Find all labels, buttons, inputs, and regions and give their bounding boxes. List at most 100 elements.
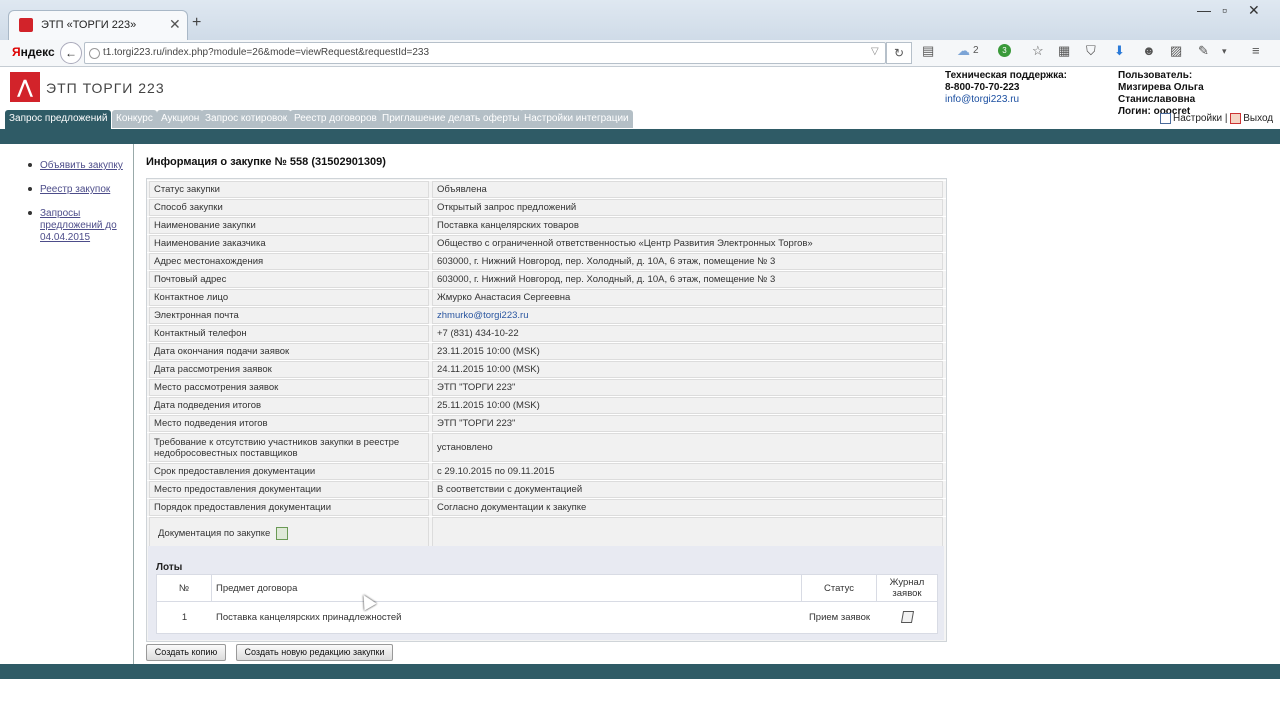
user-block: Пользователь: Мизгирева Ольга Станиславо… — [1118, 70, 1280, 118]
info-value-text: Общество с ограниченной ответственностью… — [437, 238, 813, 249]
info-value: +7 (831) 434-10-22 — [432, 325, 943, 342]
edit-journal-icon[interactable] — [900, 611, 914, 623]
info-label-text: Дата окончания подачи заявок — [154, 346, 290, 357]
back-button[interactable]: ← — [60, 42, 82, 64]
reload-button[interactable]: ↻ — [886, 42, 912, 64]
header-links: Настройки | Выход — [1160, 113, 1273, 124]
extension-badge[interactable]: 3 — [998, 44, 1011, 57]
info-value: zhmurko@torgi223.ru — [432, 307, 943, 324]
site-logo-icon[interactable]: ⋀ — [10, 72, 40, 102]
info-label-text: Почтовый адрес — [154, 274, 227, 285]
info-value: Поставка канцелярских товаров — [432, 217, 943, 234]
info-value: 23.11.2015 10:00 (MSK) — [432, 343, 943, 360]
tab-reestr-dogovorov[interactable]: Реестр договоров — [290, 110, 381, 128]
lots-header-journal: Журнал заявок — [877, 575, 937, 602]
info-row: Дата окончания подачи заявок 23.11.2015 1… — [147, 342, 946, 360]
info-row: Почтовый адрес 603000, г. Нижний Новгород… — [147, 270, 946, 288]
info-value-text: +7 (831) 434-10-22 — [437, 328, 519, 339]
settings-icon[interactable] — [1160, 113, 1171, 124]
site-logo-text[interactable]: ЭТП ТОРГИ 223 — [46, 80, 165, 96]
create-new-edition-button[interactable]: Создать новую редакцию закупки — [236, 644, 393, 661]
info-value: Общество с ограниченной ответственностью… — [432, 235, 943, 252]
tab-konkurs[interactable]: Конкурс — [112, 110, 157, 128]
tab-zapros-kotirovok[interactable]: Запрос котировок — [201, 110, 292, 128]
document-file-icon[interactable] — [276, 527, 289, 540]
info-label-text: Контактный телефон — [154, 328, 247, 339]
logout-icon[interactable] — [1230, 113, 1242, 124]
browser-tab[interactable]: ЭТП «ТОРГИ 223» ✕ — [8, 10, 188, 41]
dropdown-icon[interactable]: ▽ — [871, 46, 879, 57]
info-value: 603000, г. Нижний Новгород, пер. Холодны… — [432, 271, 943, 288]
info-value: 25.11.2015 10:00 (MSK) — [432, 397, 943, 414]
url-text: t1.torgi223.ru/index.php?module=26&mode=… — [103, 47, 430, 58]
info-row: Дата подведения итогов 25.11.2015 10:00 (… — [147, 396, 946, 414]
info-value: Жмурко Анастасия Сергеевна — [432, 289, 943, 306]
sidebar-link-requests[interactable]: Запросы предложений до 04.04.2015 — [40, 208, 130, 244]
logout-link[interactable]: Выход — [1243, 113, 1273, 124]
info-value: ЭТП "ТОРГИ 223" — [432, 379, 943, 396]
info-label-text: Наименование закупки — [154, 220, 256, 231]
chat-icon[interactable]: ☻ — [1142, 43, 1156, 58]
star-icon[interactable]: ☆ — [1032, 43, 1044, 59]
minimize-icon[interactable]: — — [1197, 2, 1211, 18]
info-row: Контактное лицо Жмурко Анастасия Сергеевн… — [147, 288, 946, 306]
info-label-text: Статус закупки — [154, 184, 220, 195]
email-link[interactable]: zhmurko@torgi223.ru — [437, 310, 529, 321]
info-label: Наименование закупки — [149, 217, 429, 234]
info-value-text: 603000, г. Нижний Новгород, пер. Холодны… — [437, 256, 776, 267]
footer-band — [0, 664, 1280, 679]
sidebar-divider — [133, 144, 134, 664]
info-label: Дата рассмотрения заявок — [149, 361, 429, 378]
address-bar[interactable]: t1.torgi223.ru/index.php?module=26&mode=… — [84, 42, 886, 64]
page-title: Информация о закупке № 558 (31502901309) — [146, 156, 386, 168]
cloud-count: 2 — [973, 45, 979, 56]
user-label: Пользователь: — [1118, 70, 1193, 81]
info-value-text: Открытый запрос предложений — [437, 202, 577, 213]
pocket-icon[interactable]: ⛉ — [1086, 43, 1096, 59]
info-row: Электронная почта zhmurko@torgi223.ru — [147, 306, 946, 324]
sidebar-link-registry[interactable]: Реестр закупок — [40, 184, 130, 196]
info-row: Наименование закупки Поставка канцелярски… — [147, 216, 946, 234]
download-icon[interactable]: ⬇ — [1114, 43, 1125, 59]
tab-auktsion[interactable]: Аукцион — [157, 110, 204, 128]
info-value-text: В соответствии с документацией — [437, 484, 583, 495]
lots-header-subject: Предмет договора — [212, 575, 802, 602]
menu-icon[interactable]: ≡ — [1252, 43, 1260, 58]
more-icon[interactable]: ▾ — [1222, 46, 1227, 57]
reading-list-icon[interactable]: ▦ — [1058, 43, 1070, 59]
screenshot-icon[interactable]: ▨ — [1170, 43, 1182, 59]
info-value: установлено — [432, 433, 943, 462]
tab-zapros-predlozheniy[interactable]: Запрос предложений — [5, 110, 112, 130]
lots-table: № Предмет договора Статус Журнал заявок … — [156, 574, 938, 634]
create-copy-button[interactable]: Создать копию — [146, 644, 226, 661]
info-row: Место предоставления документации В соотв… — [147, 480, 946, 498]
support-title: Техническая поддержка: — [945, 70, 1068, 81]
tools-icon[interactable]: ✎ — [1198, 43, 1209, 59]
info-value-text: Согласно документации к закупке — [437, 502, 587, 513]
info-row: Документация по закупке — [147, 516, 946, 550]
info-label-text: Место предоставления документации — [154, 484, 322, 495]
info-label: Дата окончания подачи заявок — [149, 343, 429, 360]
settings-link[interactable]: Настройки — [1173, 113, 1222, 124]
info-row: Адрес местонахождения 603000, г. Нижний Н… — [147, 252, 946, 270]
info-row: Место рассмотрения заявок ЭТП "ТОРГИ 223" — [147, 378, 946, 396]
support-email-link[interactable]: info@torgi223.ru — [945, 94, 1019, 105]
tab-priglashenie[interactable]: Приглашение делать оферты — [378, 110, 524, 128]
new-tab-button[interactable]: + — [192, 14, 201, 32]
maximize-icon[interactable]: ▫ — [1222, 2, 1227, 18]
info-label-text: Срок предоставления документации — [154, 466, 316, 477]
close-tab-icon[interactable]: ✕ — [169, 16, 181, 33]
tab-nastroyki-integratsii[interactable]: Настройки интеграции — [520, 110, 633, 128]
cloud-icon[interactable]: ☁ — [957, 43, 970, 59]
yandex-logo[interactable]: Яндекс — [12, 45, 55, 59]
lot-status: Прием заявок — [808, 611, 871, 623]
info-label-text: Адрес местонахождения — [154, 256, 264, 267]
info-row: Наименование заказчика Общество с огранич… — [147, 234, 946, 252]
close-window-icon[interactable]: ✕ — [1248, 2, 1260, 19]
bookmark-page-icon[interactable]: ▤ — [922, 43, 934, 59]
info-value: 24.11.2015 10:00 (MSK) — [432, 361, 943, 378]
info-label: Требование к отсутствию участников закуп… — [149, 433, 429, 462]
site-favicon-icon — [19, 18, 33, 32]
sidebar-link-announce[interactable]: Объявить закупку — [40, 160, 130, 172]
page-info-icon[interactable] — [89, 48, 100, 59]
